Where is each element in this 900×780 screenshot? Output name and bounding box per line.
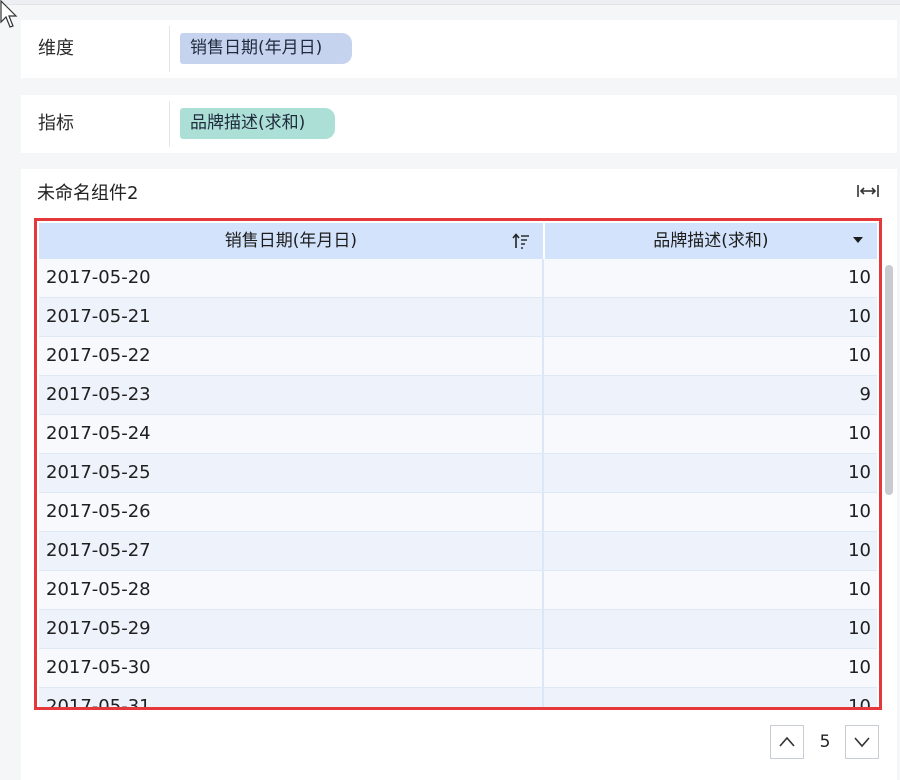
date-cell: 2017-05-23 (39, 376, 544, 414)
table-row[interactable]: 2017-05-21 10 (39, 298, 877, 337)
value-cell: 10 (848, 423, 871, 444)
table-row[interactable]: 2017-05-29 10 (39, 610, 877, 649)
value-cell: 10 (848, 657, 871, 678)
date-cell: 2017-05-26 (39, 493, 544, 531)
value-cell: 10 (848, 618, 871, 639)
value-cell: 10 (848, 579, 871, 600)
value-cell: 10 (848, 345, 871, 366)
date-cell: 2017-05-22 (39, 337, 544, 375)
top-divider (0, 0, 900, 5)
chevron-down-icon (854, 737, 870, 748)
date-cell: 2017-05-27 (39, 532, 544, 570)
date-cell: 2017-05-30 (39, 649, 544, 687)
column-header-label: 销售日期(年月日) (224, 231, 358, 251)
table-row[interactable]: 2017-05-24 10 (39, 415, 877, 454)
widget-panel: 未命名组件2 销售日期(年月日) 品牌描述(求和) 2017-05-20 10 … (21, 169, 897, 780)
current-page-number: 5 (819, 732, 831, 752)
date-cell: 2017-05-28 (39, 571, 544, 609)
date-cell: 2017-05-21 (39, 298, 544, 336)
column-header-date[interactable]: 销售日期(年月日) (39, 223, 545, 259)
value-cell: 10 (848, 540, 871, 561)
table-row[interactable]: 2017-05-22 10 (39, 337, 877, 376)
caret-down-icon[interactable] (853, 237, 863, 243)
value-cell: 10 (848, 696, 871, 710)
table-row[interactable]: 2017-05-26 10 (39, 493, 877, 532)
column-header-value[interactable]: 品牌描述(求和) (545, 223, 877, 259)
metric-field-pill[interactable]: 品牌描述(求和) (180, 108, 336, 139)
date-cell: 2017-05-29 (39, 610, 544, 648)
value-cell: 9 (859, 384, 871, 405)
divider (169, 101, 170, 147)
value-cell: 10 (848, 462, 871, 483)
table-row[interactable]: 2017-05-31 10 (39, 688, 877, 710)
divider (169, 26, 170, 72)
table-row[interactable]: 2017-05-20 10 (39, 259, 877, 298)
sort-ascending-icon[interactable] (511, 232, 531, 250)
value-cell: 10 (848, 501, 871, 522)
metric-label: 指标 (38, 113, 74, 134)
widget-title: 未命名组件2 (37, 183, 139, 204)
expand-horizontal-icon[interactable] (855, 181, 881, 201)
table-row[interactable]: 2017-05-30 10 (39, 649, 877, 688)
metric-row: 指标 品牌描述(求和) (21, 95, 897, 153)
mouse-cursor-icon (0, 0, 18, 28)
date-cell: 2017-05-20 (39, 259, 544, 297)
table-body: 2017-05-20 10 2017-05-21 10 2017-05-22 10 2017… (39, 259, 877, 710)
date-cell: 2017-05-25 (39, 454, 544, 492)
table-scrollbar[interactable] (885, 265, 893, 495)
value-cell: 10 (848, 267, 871, 288)
dimension-row: 维度 销售日期(年月日) (21, 20, 897, 78)
chevron-up-icon (779, 736, 795, 747)
table-row[interactable]: 2017-05-28 10 (39, 571, 877, 610)
date-cell: 2017-05-24 (39, 415, 544, 453)
table-header: 销售日期(年月日) 品牌描述(求和) (39, 223, 877, 259)
dimension-label: 维度 (38, 38, 74, 59)
previous-page-button[interactable] (770, 725, 804, 759)
date-cell: 2017-05-31 (39, 688, 544, 707)
table-row[interactable]: 2017-05-27 10 (39, 532, 877, 571)
column-header-label: 品牌描述(求和) (653, 231, 769, 251)
next-page-button[interactable] (845, 725, 879, 759)
table-row[interactable]: 2017-05-25 10 (39, 454, 877, 493)
dimension-field-pill[interactable]: 销售日期(年月日) (180, 33, 353, 64)
value-cell: 10 (848, 306, 871, 327)
table-row[interactable]: 2017-05-23 9 (39, 376, 877, 415)
data-table: 销售日期(年月日) 品牌描述(求和) 2017-05-20 10 2017-05-2… (34, 218, 882, 710)
